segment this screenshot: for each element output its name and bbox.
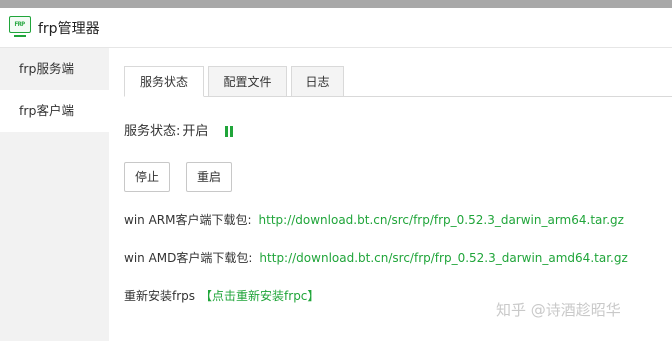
- logo-stand: [14, 35, 26, 37]
- tab-bar: 服务状态 配置文件 日志: [124, 66, 672, 97]
- logo-text: FRP: [14, 20, 25, 28]
- watermark: 知乎 @诗酒趁昭华: [496, 301, 621, 319]
- reinstall-row: 重新安装frps 【点击重新安装frpc】: [124, 288, 319, 304]
- service-status: 服务状态: 开启: [124, 123, 208, 141]
- reinstall-link[interactable]: 【点击重新安装frpc】: [200, 289, 319, 303]
- logo-screen: FRP: [9, 16, 31, 33]
- sidebar-item-frp-server[interactable]: frp服务端: [0, 48, 109, 90]
- arm-download-link[interactable]: http://download.bt.cn/src/frp/frp_0.52.3…: [259, 213, 624, 227]
- tab-log[interactable]: 日志: [291, 66, 344, 97]
- arm-download-row: win ARM客户端下载包: http://download.bt.cn/src/…: [124, 212, 624, 228]
- arm-download-label: win ARM客户端下载包:: [124, 213, 252, 227]
- reinstall-label: 重新安装frps: [124, 289, 196, 303]
- sidebar: frp服务端 frp客户端: [0, 48, 109, 341]
- monitor-frp-icon: FRP: [9, 16, 31, 40]
- service-status-value: 开启: [182, 124, 209, 139]
- window-top-bar: [0, 0, 672, 8]
- amd-download-link[interactable]: http://download.bt.cn/src/frp/frp_0.52.3…: [259, 251, 627, 265]
- main-panel: 服务状态 配置文件 日志 服务状态: 开启 停止 重启 win ARM客户端下载包…: [109, 48, 672, 341]
- running-indicator-icon: [225, 126, 234, 137]
- sidebar-item-frp-client[interactable]: frp客户端: [0, 90, 109, 132]
- tab-config-file[interactable]: 配置文件: [208, 66, 287, 97]
- amd-download-row: win AMD客户端下载包: http://download.bt.cn/src/…: [124, 250, 628, 266]
- tab-service-status[interactable]: 服务状态: [124, 66, 204, 97]
- restart-button[interactable]: 重启: [186, 162, 232, 192]
- app-title: frp管理器: [38, 21, 100, 37]
- title-bar: FRP frp管理器: [0, 8, 672, 48]
- stop-button[interactable]: 停止: [124, 162, 170, 192]
- amd-download-label: win AMD客户端下载包:: [124, 251, 253, 265]
- service-status-label: 服务状态:: [124, 124, 181, 139]
